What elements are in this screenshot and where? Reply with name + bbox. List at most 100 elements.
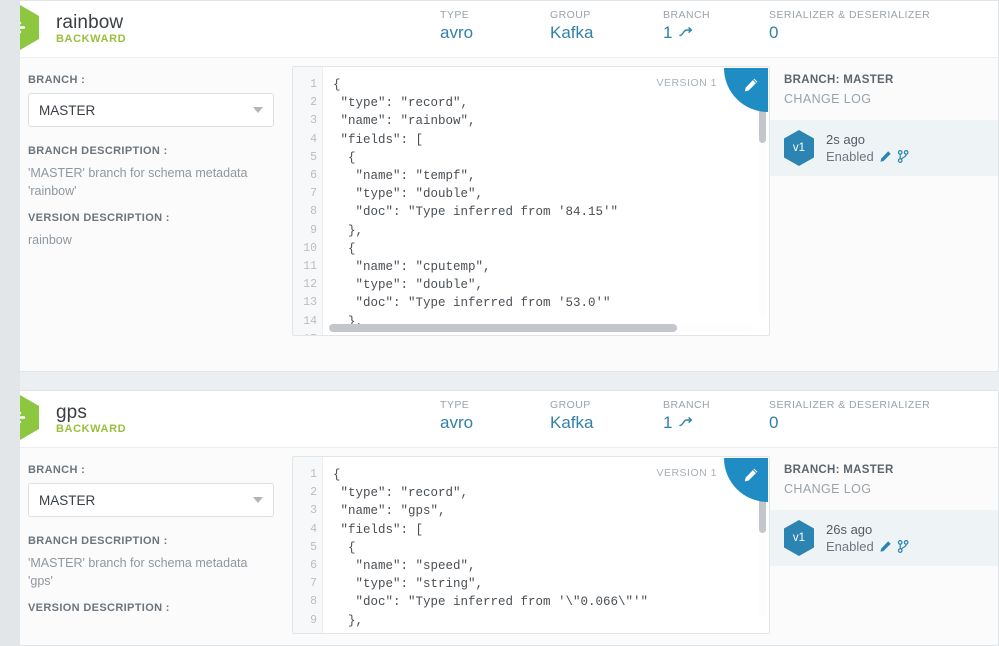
changelog-branch-header: BRANCH: MASTER — [784, 74, 894, 86]
pencil-icon[interactable] — [879, 540, 892, 553]
changelog-timestamp: 26s ago — [826, 521, 873, 537]
version-description-label: VERSION DESCRIPTION : — [28, 212, 170, 225]
page-title: rainbow — [56, 11, 124, 33]
chevron-down-icon — [253, 497, 263, 503]
changelog-entry[interactable]: v1 26s ago Enabled — [770, 510, 998, 566]
meta-type-label: TYPE — [440, 9, 470, 21]
compatibility-badge: BACKWARD — [56, 32, 127, 45]
left-rail — [0, 0, 20, 646]
branch-icon[interactable] — [897, 540, 909, 554]
changelog-state-label: Enabled — [826, 149, 874, 164]
meta-group: GROUP Kafka — [550, 9, 625, 43]
schema-registry-page: rainbow BACKWARD TYPE avro GROUP Kafka B… — [0, 0, 999, 646]
version-badge: v1 — [782, 519, 816, 557]
meta-group-label: GROUP — [550, 9, 591, 21]
changelog-panel: BRANCH: MASTER CHANGE LOG v1 26s ago Ena… — [770, 448, 998, 645]
branch-panel: BRANCH : MASTER BRANCH DESCRIPTION : 'MA… — [20, 58, 292, 371]
line-number-gutter: 1 2 3 4 5 6 7 8 9 — [293, 457, 323, 633]
meta-branch-value: 1 — [663, 23, 673, 42]
branch-icon — [678, 26, 693, 39]
branch-select-label: BRANCH : — [28, 464, 86, 476]
meta-group-label: GROUP — [550, 399, 591, 411]
changelog-title: CHANGE LOG — [784, 92, 872, 106]
changelog-panel: BRANCH: MASTER CHANGE LOG v1 2s ago Enab… — [770, 58, 998, 371]
schema-code[interactable]: { "type": "record", "name": "gps", "fiel… — [324, 457, 769, 633]
meta-group: GROUP Kafka — [550, 399, 625, 433]
changelog-entry-text: 26s ago Enabled — [826, 521, 909, 555]
meta-serde: SERIALIZER & DESERIALIZER 0 — [769, 399, 930, 433]
changelog-entry[interactable]: v1 2s ago Enabled — [770, 120, 998, 176]
arrow-left-icon[interactable] — [20, 394, 41, 441]
changelog-state-label: Enabled — [826, 539, 874, 554]
version-description-label: VERSION DESCRIPTION : — [28, 602, 170, 615]
branch-select[interactable]: MASTER — [28, 93, 274, 127]
card-header: gps BACKWARD TYPE avro GROUP Kafka BRANC… — [20, 391, 998, 448]
schema-editor-column: 1 2 3 4 5 6 7 8 9 { "type": "record", "n… — [292, 448, 770, 645]
version-badge-label: v1 — [792, 142, 806, 154]
card-header: rainbow BACKWARD TYPE avro GROUP Kafka B… — [20, 1, 998, 58]
schema-editor[interactable]: 1 2 3 4 5 6 7 8 9 { "type": "record", "n… — [292, 456, 770, 634]
pencil-icon[interactable] — [879, 150, 892, 163]
schema-title-wrap: rainbow BACKWARD — [56, 11, 127, 45]
meta-type-value: avro — [440, 23, 474, 42]
meta-branch: BRANCH 1 — [663, 399, 731, 433]
schema-code[interactable]: { "type": "record", "name": "rainbow", "… — [324, 67, 769, 335]
card-body: BRANCH : MASTER BRANCH DESCRIPTION : 'MA… — [20, 58, 998, 371]
branch-icon[interactable] — [897, 150, 909, 164]
meta-type-value: avro — [440, 413, 474, 432]
meta-branch-value: 1 — [663, 413, 673, 432]
meta-serde-value: 0 — [769, 23, 779, 42]
arrow-left-icon[interactable] — [20, 4, 41, 51]
changelog-timestamp: 2s ago — [826, 131, 866, 147]
branch-select[interactable]: MASTER — [28, 483, 274, 517]
meta-branch-label: BRANCH — [663, 9, 711, 21]
branch-select-label: BRANCH : — [28, 74, 86, 86]
editor-horizontal-scroll-thumb[interactable] — [329, 324, 677, 332]
schema-title-wrap: gps BACKWARD — [56, 401, 127, 435]
branch-description-label: BRANCH DESCRIPTION : — [28, 145, 168, 157]
editor-vertical-scrollbar[interactable] — [759, 101, 766, 319]
line-number-gutter: 1 2 3 4 5 6 7 8 9 10 11 12 13 14 15 — [293, 67, 323, 335]
meta-branch-value-wrap: 1 — [663, 412, 731, 433]
meta-branch: BRANCH 1 — [663, 9, 731, 43]
branch-description-text: 'MASTER' branch for schema metadata 'rai… — [28, 166, 248, 199]
branch-description-text: 'MASTER' branch for schema metadata 'gps… — [28, 556, 248, 589]
schema-editor[interactable]: 1 2 3 4 5 6 7 8 9 10 11 12 13 14 15 { "t… — [292, 66, 770, 336]
meta-group-value: Kafka — [550, 23, 594, 42]
version-description-text: rainbow — [28, 233, 72, 248]
branch-description-label: BRANCH DESCRIPTION : — [28, 535, 168, 547]
schema-meta-row: TYPE avro GROUP Kafka BRANCH 1 SERIALIZE… — [440, 9, 968, 43]
branch-icon — [678, 416, 693, 429]
meta-serde: SERIALIZER & DESERIALIZER 0 — [769, 9, 930, 43]
branch-select-value: MASTER — [39, 102, 96, 118]
meta-type-label: TYPE — [440, 399, 470, 411]
chevron-down-icon — [253, 107, 263, 113]
compatibility-badge: BACKWARD — [56, 422, 127, 435]
meta-serde-label: SERIALIZER & DESERIALIZER — [769, 9, 931, 21]
branch-select-value: MASTER — [39, 492, 96, 508]
version-badge-label: v1 — [792, 532, 806, 544]
meta-branch-value-wrap: 1 — [663, 22, 731, 43]
branch-panel: BRANCH : MASTER BRANCH DESCRIPTION : 'MA… — [20, 448, 292, 645]
changelog-branch-header: BRANCH: MASTER — [784, 464, 894, 476]
meta-type: TYPE avro — [440, 399, 512, 433]
card-body: BRANCH : MASTER BRANCH DESCRIPTION : 'MA… — [20, 448, 998, 645]
meta-group-value: Kafka — [550, 413, 594, 432]
schema-card-gps: gps BACKWARD TYPE avro GROUP Kafka BRANC… — [20, 390, 999, 646]
schema-editor-column: 1 2 3 4 5 6 7 8 9 10 11 12 13 14 15 { "t… — [292, 58, 770, 371]
editor-horizontal-scrollbar[interactable] — [329, 324, 753, 332]
meta-serde-value: 0 — [769, 413, 779, 432]
changelog-title: CHANGE LOG — [784, 482, 872, 496]
changelog-state-row: Enabled — [826, 148, 909, 165]
version-badge: v1 — [782, 129, 816, 167]
meta-serde-label: SERIALIZER & DESERIALIZER — [769, 399, 931, 411]
changelog-state-row: Enabled — [826, 538, 909, 555]
schema-meta-row: TYPE avro GROUP Kafka BRANCH 1 SERIALIZE… — [440, 399, 968, 433]
version-tag: VERSION 1 — [656, 467, 717, 479]
page-title: gps — [56, 401, 87, 423]
version-tag: VERSION 1 — [656, 77, 717, 89]
schema-card-rainbow: rainbow BACKWARD TYPE avro GROUP Kafka B… — [20, 0, 999, 372]
changelog-entry-text: 2s ago Enabled — [826, 131, 909, 165]
meta-type: TYPE avro — [440, 9, 512, 43]
editor-vertical-scrollbar[interactable] — [759, 491, 766, 617]
